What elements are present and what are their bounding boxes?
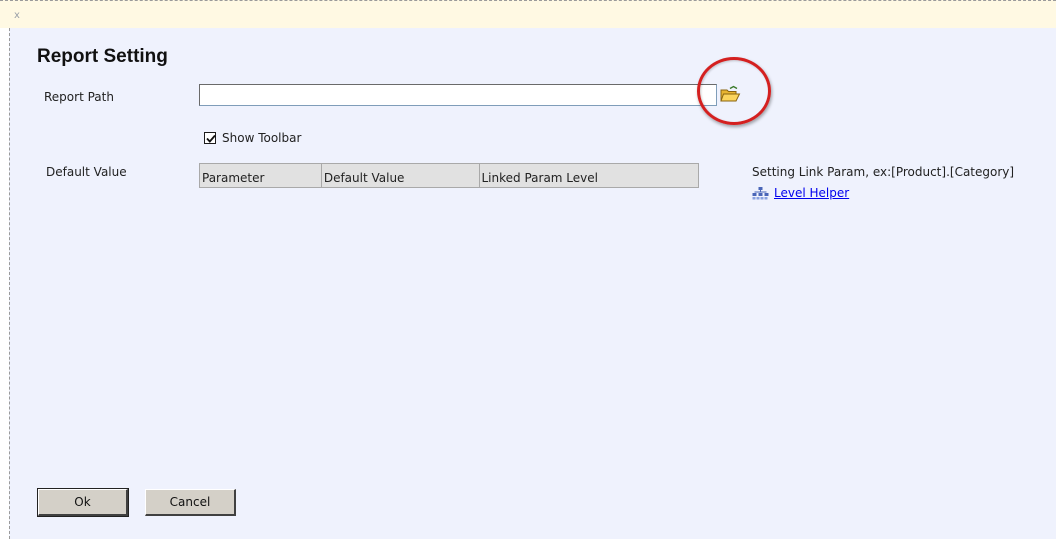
table-header-row: Parameter Default Value Linked Param Lev…: [199, 163, 699, 188]
checkmark-icon: [206, 134, 216, 143]
level-helper-link[interactable]: Level Helper: [774, 186, 849, 200]
ok-button[interactable]: Ok: [37, 488, 129, 517]
level-helper[interactable]: Level Helper: [752, 186, 849, 200]
report-path-input[interactable]: [199, 84, 717, 106]
show-toolbar-option[interactable]: Show Toolbar: [204, 131, 301, 145]
page-title: Report Setting: [37, 46, 168, 67]
column-header-default-value: Default Value: [320, 163, 480, 188]
column-header-parameter: Parameter: [199, 163, 322, 188]
show-toolbar-checkbox[interactable]: [204, 132, 216, 144]
link-param-hint: Setting Link Param, ex:[Product].[Catego…: [752, 165, 1015, 179]
cancel-button[interactable]: Cancel: [145, 489, 236, 516]
default-value-label: Default Value: [46, 165, 127, 179]
dialog-top-bar: x: [0, 0, 1056, 28]
highlight-circle: [697, 57, 771, 125]
report-path-label: Report Path: [44, 90, 114, 104]
close-button[interactable]: x: [14, 10, 20, 21]
column-header-linked-param-level: Linked Param Level: [478, 163, 699, 188]
parameter-table: Parameter Default Value Linked Param Lev…: [199, 163, 699, 188]
hierarchy-icon: [752, 186, 769, 199]
show-toolbar-label: Show Toolbar: [222, 131, 302, 145]
